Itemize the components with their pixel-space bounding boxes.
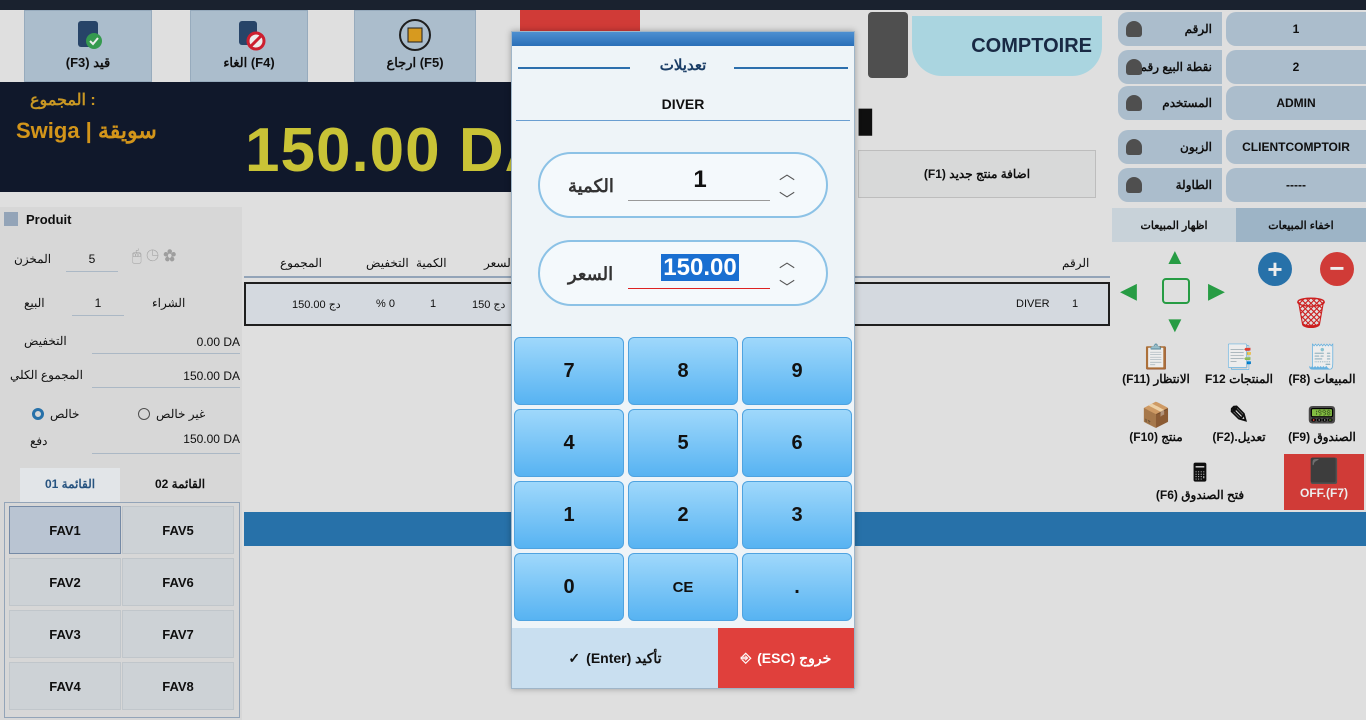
key-2[interactable]: 2 <box>628 481 738 549</box>
quantity-stepper[interactable]: الكمية 1 ︿ ﹀ <box>538 152 828 218</box>
price-underline <box>628 288 770 289</box>
quantity-input[interactable]: 1 <box>630 166 770 194</box>
key-6[interactable]: 6 <box>742 409 852 477</box>
price-input[interactable]: 150.00 <box>630 254 770 282</box>
key-clear[interactable]: CE <box>628 553 738 621</box>
exit-door-icon: ⎆ <box>740 650 752 665</box>
dialog-header-bar <box>512 32 854 46</box>
dialog-title: تعديلات <box>659 57 707 74</box>
chevron-down-icon[interactable]: ﹀ <box>772 186 802 210</box>
key-8[interactable]: 8 <box>628 337 738 405</box>
price-label: السعر <box>568 264 614 284</box>
chevron-down-icon[interactable]: ﹀ <box>772 274 802 298</box>
key-9[interactable]: 9 <box>742 337 852 405</box>
key-decimal[interactable]: . <box>742 553 852 621</box>
confirm-label: (Enter) تأكيد <box>586 649 662 666</box>
dialog-separator <box>516 120 850 121</box>
quantity-underline <box>628 200 770 201</box>
exit-label: (ESC) خروج <box>757 649 832 666</box>
chevron-up-icon[interactable]: ︿ <box>772 248 802 272</box>
checkmark-icon: ✓ <box>568 649 581 666</box>
price-selected-text: 150.00 <box>661 254 739 281</box>
key-5[interactable]: 5 <box>628 409 738 477</box>
key-3[interactable]: 3 <box>742 481 852 549</box>
chevron-up-icon[interactable]: ︿ <box>772 160 802 184</box>
quantity-label: الكمية <box>568 176 614 196</box>
key-1[interactable]: 1 <box>514 481 624 549</box>
key-4[interactable]: 4 <box>514 409 624 477</box>
dialog-product-name: DIVER <box>661 96 705 112</box>
key-0[interactable]: 0 <box>514 553 624 621</box>
confirm-button[interactable]: ✓ (Enter) تأكيد <box>512 628 718 688</box>
key-7[interactable]: 7 <box>514 337 624 405</box>
exit-button[interactable]: ⎆ (ESC) خروج <box>718 628 854 688</box>
price-stepper[interactable]: السعر 150.00 ︿ ﹀ <box>538 240 828 306</box>
edit-dialog: تعديلات DIVER الكمية 1 ︿ ﹀ السعر 150.00 … <box>511 31 855 689</box>
